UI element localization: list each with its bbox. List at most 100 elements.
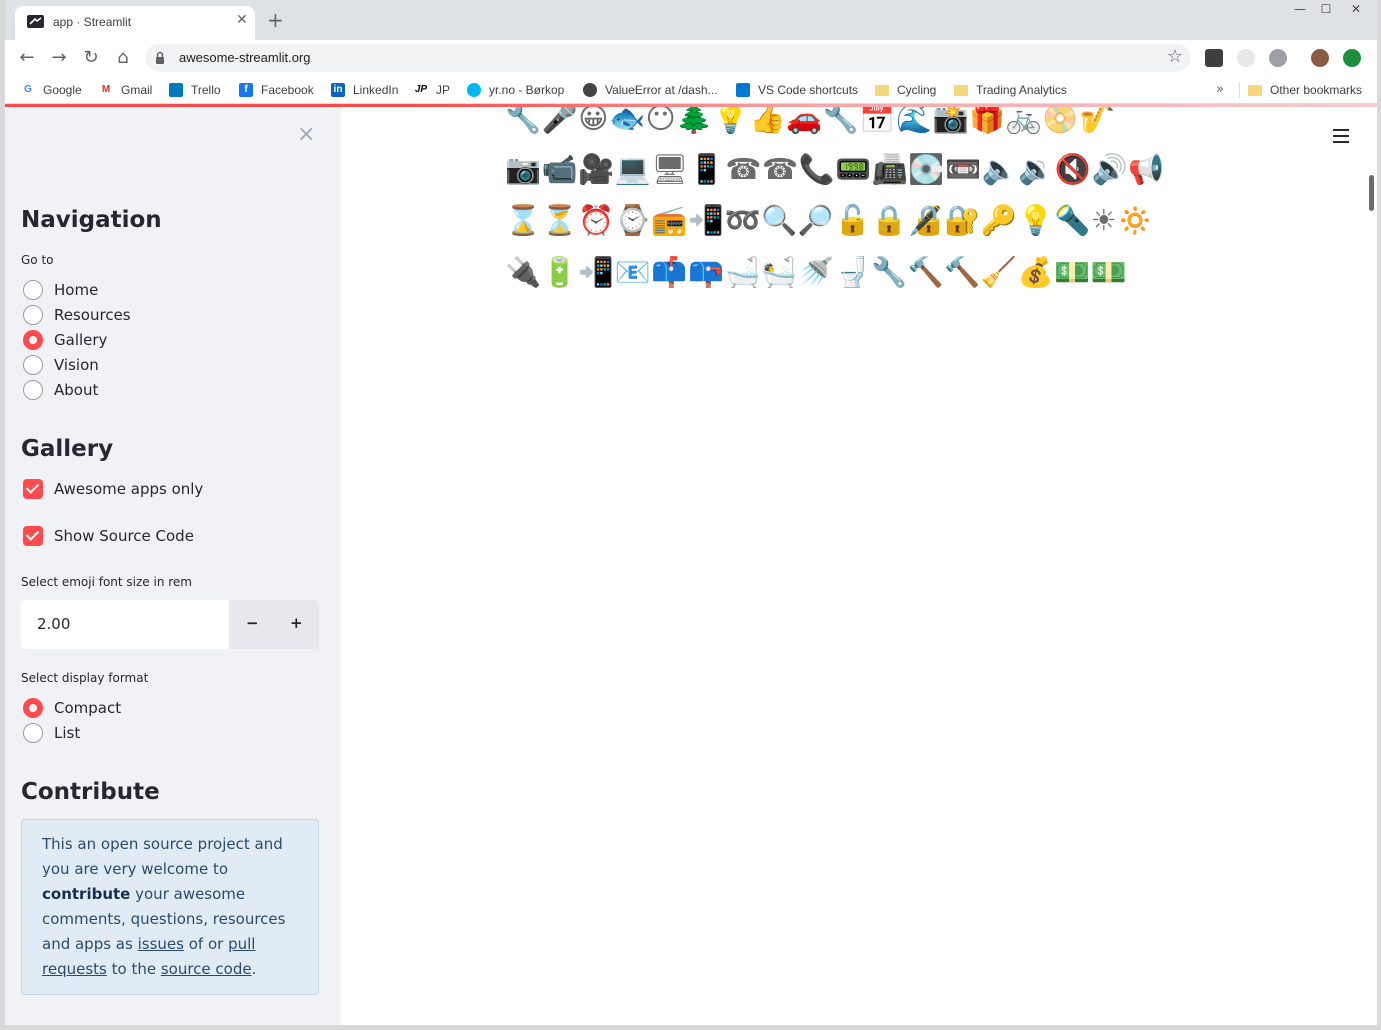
django-icon [583, 83, 597, 97]
checkbox-checked[interactable] [23, 526, 43, 546]
bookmark-label: Cycling [897, 83, 937, 97]
radio-button[interactable] [23, 355, 43, 375]
stepper-buttons: − + [229, 600, 319, 649]
emoji-row: 🔌🔋📲📧📫📪🛁🛀🚿🚽🔧🔨🔨🧹💰💵💵 [505, 254, 1128, 289]
jp-icon: JP [414, 83, 428, 97]
format-label: Select display format [21, 671, 149, 685]
bookmark-trading[interactable]: Trading Analytics [954, 82, 1067, 98]
bookmark-gmail[interactable]: M Gmail [99, 82, 152, 98]
bookmarks-overflow-icon[interactable]: » [1216, 82, 1224, 97]
bookmark-label: VS Code shortcuts [758, 83, 859, 97]
close-window-button[interactable]: ✕ [1341, 2, 1371, 18]
font-size-number-input[interactable]: 2.00 − + [21, 600, 319, 649]
gmail-icon: M [99, 83, 113, 97]
bookmark-label: Other bookmarks [1270, 83, 1363, 97]
reload-button[interactable]: ↻ [79, 47, 103, 69]
bookmark-label: ValueError at /dash... [605, 83, 718, 97]
emoji-row [505, 963, 1205, 1014]
bookmark-google[interactable]: G Google [21, 82, 82, 98]
yr-icon [467, 83, 481, 97]
scrollbar-thumb[interactable] [1369, 175, 1374, 211]
bookmark-valueerror[interactable]: ValueError at /dash... [583, 82, 718, 98]
emoji-row [505, 554, 1205, 605]
folder-icon [875, 84, 889, 96]
window-frame-bottom [0, 1025, 1381, 1030]
emoji-row: 🔧🎤😀🐟😶🌲💡👍🚗🔧📅🌊📸🎁🚲📀🎷 [505, 107, 1116, 135]
radio-label: Vision [54, 356, 99, 374]
bookmark-label: Trading Analytics [976, 83, 1067, 97]
new-tab-button[interactable]: + [267, 10, 284, 30]
google-icon: G [21, 83, 35, 97]
emoji-row [505, 656, 1205, 707]
font-size-value[interactable]: 2.00 [37, 615, 70, 633]
extension-icon[interactable] [1269, 49, 1287, 67]
browser-tab[interactable]: app · Streamlit ✕ [15, 6, 255, 40]
nav-option-resources[interactable]: Resources [23, 304, 131, 326]
maximize-button[interactable]: ☐ [1311, 2, 1341, 18]
nav-option-about[interactable]: About [23, 379, 98, 401]
bookmark-star-icon[interactable]: ☆ [1167, 46, 1183, 67]
issues-link[interactable]: issues [138, 935, 184, 953]
radio-button[interactable] [23, 380, 43, 400]
lock-icon [156, 51, 164, 64]
bookmark-cycling[interactable]: Cycling [875, 82, 936, 98]
radio-button[interactable] [23, 723, 43, 743]
radio-button-selected[interactable] [23, 698, 43, 718]
bookmark-vscode[interactable]: VS Code shortcuts [736, 82, 858, 98]
scrollbar[interactable] [1362, 107, 1377, 1025]
browser-window: app · Streamlit ✕ + — ☐ ✕ ← → ↻ ⌂ awesom… [0, 0, 1381, 1030]
streamlit-logo-icon [27, 15, 44, 28]
home-button[interactable]: ⌂ [111, 47, 135, 69]
other-bookmarks[interactable]: Other bookmarks [1248, 82, 1362, 98]
bookmark-trello[interactable]: Trello [169, 82, 221, 98]
nav-option-vision[interactable]: Vision [23, 354, 99, 376]
emoji-row [505, 810, 1205, 861]
radio-label: Resources [54, 306, 131, 324]
radio-button-selected[interactable] [23, 330, 43, 350]
emoji-row [505, 707, 1205, 758]
bookmark-linkedin[interactable]: in LinkedIn [331, 82, 398, 98]
address-bar[interactable]: awesome-streamlit.org ☆ [145, 44, 1191, 72]
radio-label: Compact [54, 699, 122, 717]
tab-title: app · Streamlit [53, 15, 132, 29]
source-code-link[interactable]: source code [161, 960, 252, 978]
hamburger-menu-icon[interactable] [1333, 129, 1349, 143]
bookmark-label: yr.no - Børkop [489, 83, 565, 97]
checkbox-checked[interactable] [23, 479, 43, 499]
contribute-info-box: This an open source project and you are … [21, 819, 319, 995]
bookmarks-divider [1239, 82, 1240, 98]
back-button[interactable]: ← [15, 47, 39, 69]
extension-icon[interactable] [1205, 49, 1223, 67]
decrement-button[interactable]: − [246, 614, 259, 632]
format-option-list[interactable]: List [23, 722, 80, 744]
radio-label: About [54, 381, 99, 399]
navigation-heading: Navigation [21, 207, 162, 233]
format-option-compact[interactable]: Compact [23, 697, 121, 719]
emoji-row [505, 400, 1205, 451]
emoji-row [505, 758, 1205, 809]
update-icon[interactable] [1343, 49, 1361, 67]
info-text: to the [106, 960, 161, 978]
radio-label: Home [54, 281, 99, 299]
forward-button[interactable]: → [47, 47, 71, 69]
awesome-only-checkbox[interactable]: Awesome apps only [23, 478, 203, 500]
emoji-row: ⌛⏳⏰⌚📻📲➿🔍🔎🔓🔒🔏🔐🔑💡🔦☀🔅 [505, 203, 1154, 238]
bookmark-label: Trello [191, 83, 221, 97]
show-source-checkbox[interactable]: Show Source Code [23, 525, 194, 547]
checkbox-label: Show Source Code [54, 527, 194, 545]
sidebar-close-icon[interactable]: × [297, 124, 315, 146]
bookmark-yr[interactable]: yr.no - Børkop [467, 82, 564, 98]
nav-option-gallery[interactable]: Gallery [23, 329, 107, 351]
tab-close-icon[interactable]: ✕ [236, 12, 248, 28]
folder-icon [1248, 84, 1262, 96]
profile-avatar[interactable] [1311, 49, 1329, 67]
radio-label: List [54, 724, 81, 742]
nav-option-home[interactable]: Home [23, 279, 98, 301]
bookmark-jp[interactable]: JP JP [414, 82, 450, 98]
bookmark-facebook[interactable]: f Facebook [239, 82, 314, 98]
radio-button[interactable] [23, 305, 43, 325]
bookmark-label: LinkedIn [353, 83, 399, 97]
increment-button[interactable]: + [290, 614, 303, 632]
extension-icon[interactable] [1237, 49, 1255, 67]
radio-button[interactable] [23, 280, 43, 300]
